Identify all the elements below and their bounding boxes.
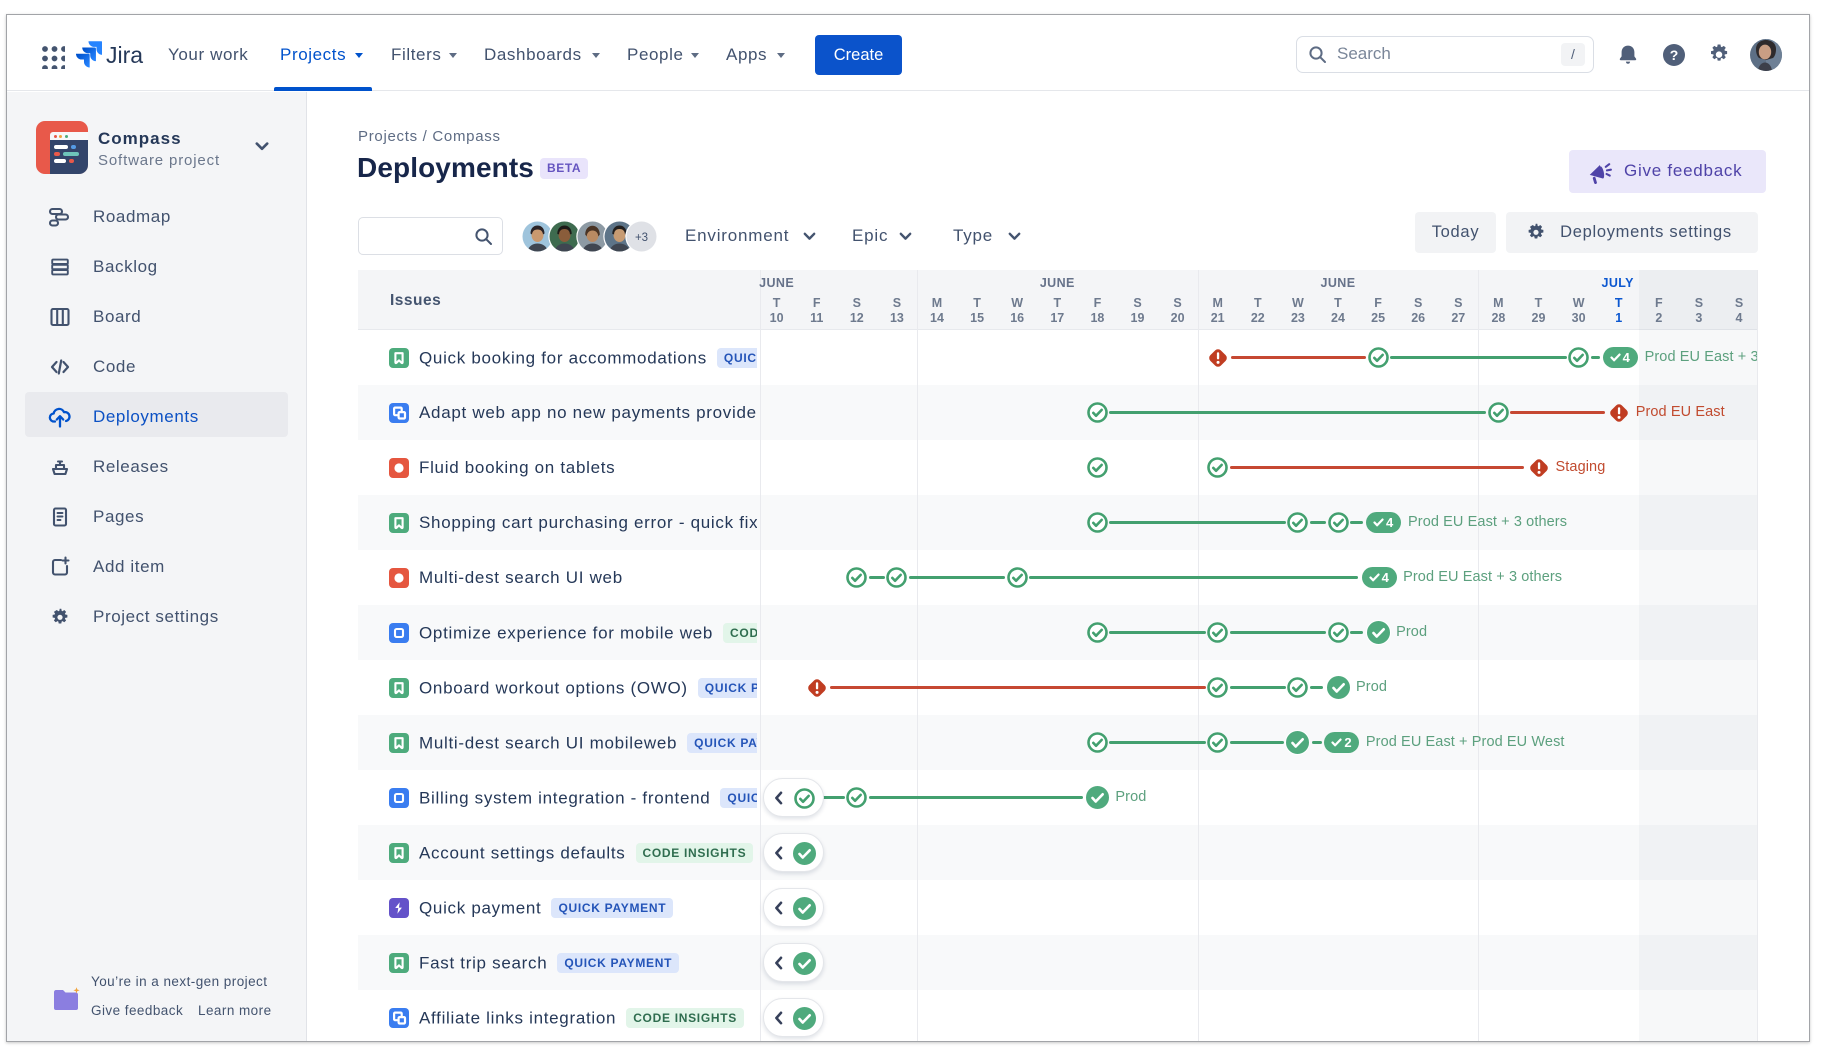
svg-text:+3: +3 (634, 232, 647, 244)
svg-text:?: ? (1670, 47, 1679, 63)
